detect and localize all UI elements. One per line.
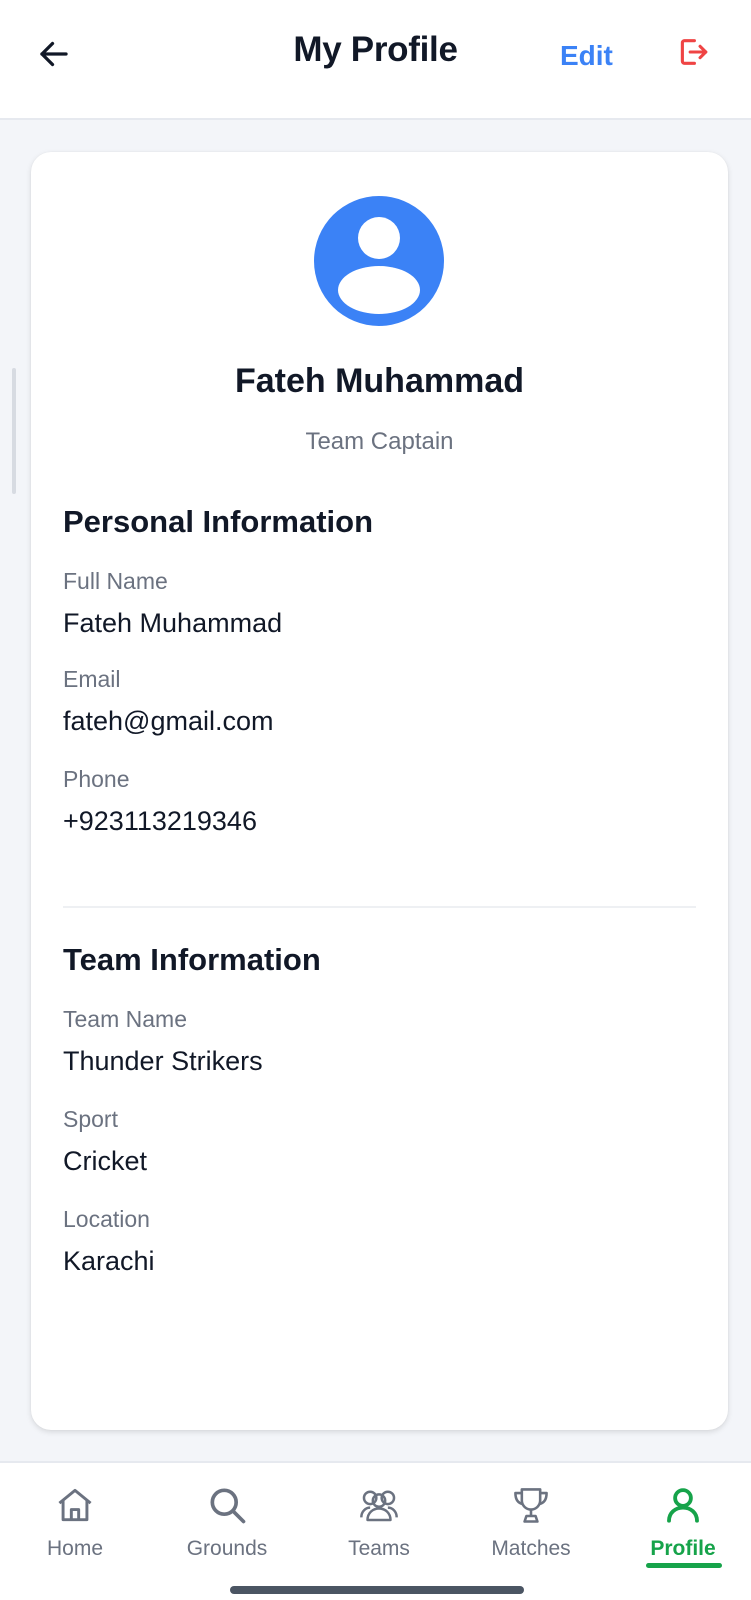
location-value: Karachi xyxy=(63,1246,155,1276)
search-icon xyxy=(203,1481,251,1529)
logout-icon xyxy=(680,39,708,65)
sport-value: Cricket xyxy=(63,1146,148,1176)
user-avatar-icon xyxy=(314,196,444,326)
full-name-label: Full Name xyxy=(63,568,168,594)
nav-item-matches[interactable]: Matches xyxy=(461,1481,601,1581)
phone-label: Phone xyxy=(63,766,130,792)
nav-item-grounds[interactable]: Grounds xyxy=(157,1481,297,1581)
team-name-label: Team Name xyxy=(63,1006,187,1032)
team-name-value: Thunder Strikers xyxy=(63,1046,263,1076)
scrollbar[interactable] xyxy=(12,368,16,494)
profile-name: Fateh Muhammad xyxy=(234,362,525,400)
location-label: Location xyxy=(63,1206,150,1232)
bottom-nav: Home Grounds Teams Matches Profile xyxy=(0,1461,751,1600)
nav-label-matches: Matches xyxy=(491,1537,571,1560)
home-icon xyxy=(51,1481,99,1529)
top-app-bar: My Profile Edit xyxy=(0,0,751,120)
home-indicator[interactable] xyxy=(230,1586,524,1594)
full-name-value: Fateh Muhammad xyxy=(63,608,283,638)
section-divider xyxy=(63,906,696,908)
nav-label-grounds: Grounds xyxy=(186,1537,268,1560)
email-label: Email xyxy=(63,666,121,692)
profile-card: Fateh Muhammad Team Captain Personal Inf… xyxy=(31,152,728,1430)
sport-label: Sport xyxy=(63,1106,118,1132)
page-title: My Profile xyxy=(293,30,458,69)
active-tab-indicator xyxy=(646,1563,722,1568)
teams-icon xyxy=(355,1481,403,1529)
nav-item-teams[interactable]: Teams xyxy=(309,1481,449,1581)
team-info-title: Team Information xyxy=(63,942,321,977)
user-icon xyxy=(659,1481,707,1529)
phone-value: +923113219346 xyxy=(63,806,257,836)
profile-screen: My Profile Edit Fateh Muhammad Team Capt… xyxy=(0,0,751,1600)
nav-label-home: Home xyxy=(46,1537,104,1560)
profile-role: Team Captain xyxy=(305,428,454,455)
personal-info-title: Personal Information xyxy=(63,504,374,539)
logout-button[interactable] xyxy=(674,33,712,71)
nav-label-profile: Profile xyxy=(650,1537,716,1560)
edit-button[interactable]: Edit xyxy=(560,40,613,72)
email-value: fateh@gmail.com xyxy=(63,706,274,736)
nav-item-home[interactable]: Home xyxy=(5,1481,145,1581)
trophy-icon xyxy=(507,1481,555,1529)
nav-label-teams: Teams xyxy=(348,1537,410,1560)
